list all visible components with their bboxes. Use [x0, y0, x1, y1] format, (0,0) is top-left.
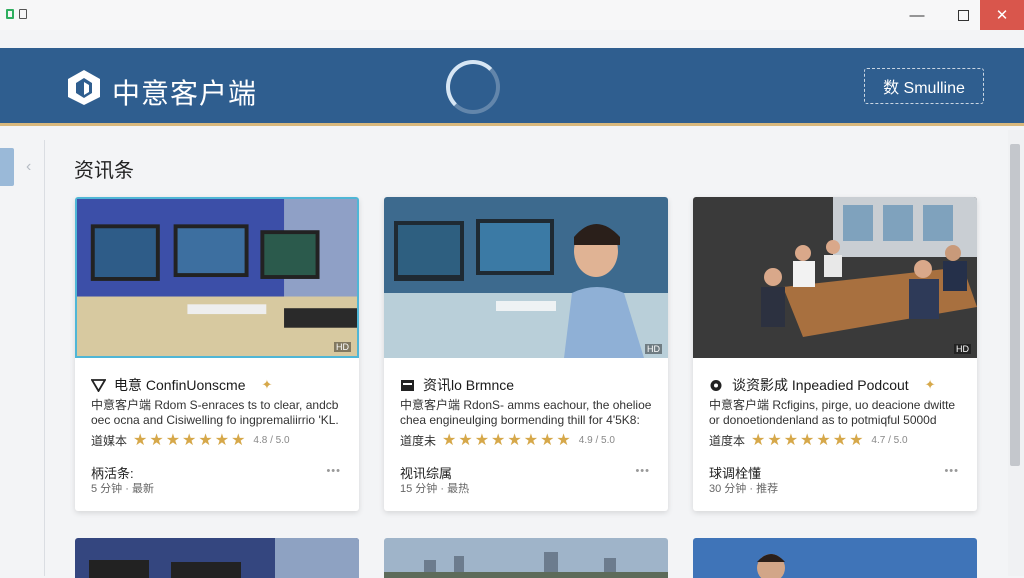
card-title-text: 电意 ConfinUonscme: [114, 377, 246, 393]
card-rating: 道媒本 ★★★★★★★ 4.8 / 5.0: [91, 430, 290, 450]
close-icon: ✕: [995, 7, 1009, 24]
star-rating-icon: ★★★★★★★: [133, 432, 248, 449]
app-header: 中意客户端 数 Smulline: [0, 48, 1024, 126]
sparkle-icon: ✦: [924, 377, 936, 392]
sidebar-divider: [44, 140, 45, 576]
thumbnail-badge: HD: [954, 344, 971, 354]
card-meta-sub: 5 分钟 · 最新: [91, 483, 154, 495]
content-card[interactable]: [75, 538, 359, 578]
close-button[interactable]: ✕: [980, 0, 1024, 30]
card-title: 资讯lo Brmnce: [400, 375, 514, 395]
card-thumbnail[interactable]: HD: [75, 197, 359, 358]
card-rating: 道度未 ★★★★★★★★ 4.9 / 5.0: [400, 430, 615, 450]
tv-icon: [401, 379, 414, 391]
card-title: 谈资影成 Inpeadied Podcout ✦: [709, 375, 936, 395]
more-options-icon[interactable]: •••: [635, 465, 650, 477]
header-action-button[interactable]: 数 Smulline: [864, 68, 984, 104]
document-icon: [19, 9, 27, 19]
content-card[interactable]: [693, 538, 977, 578]
app-title: 中意客户端: [112, 78, 258, 109]
rating-label: 道媒本: [91, 433, 128, 448]
logo-icon: [68, 70, 100, 105]
content-card[interactable]: HD 资讯lo Brmnce 中意客户端 RdonS- amms eachour…: [384, 197, 668, 511]
thumbnail-image: [693, 197, 977, 358]
card-description: 中意客户端 Rdom S-enraces ts to clear, andcb …: [91, 398, 339, 427]
minimize-icon: —: [909, 6, 925, 24]
card-thumbnail[interactable]: HD: [384, 197, 668, 358]
maximize-icon: [957, 9, 969, 21]
sparkle-icon: ✦: [261, 377, 273, 392]
section-title: 资讯条: [74, 160, 134, 182]
scrollbar-thumb[interactable]: [1010, 144, 1020, 466]
thumbnail-image: [77, 199, 357, 356]
content-card[interactable]: HD 谈资影成 Inpeadied Podcout ✦ 中意客户端 Rcfigi…: [693, 197, 977, 511]
rating-value: 4.9 / 5.0: [578, 434, 615, 446]
chevron-left-icon[interactable]: ‹: [26, 158, 31, 176]
rating-label: 道度未: [400, 433, 437, 448]
rating-value: 4.7 / 5.0: [871, 434, 908, 446]
rating-label: 道度本: [709, 433, 746, 448]
window-titlebar: — ✕: [0, 0, 1024, 30]
thumbnail-badge: HD: [334, 342, 351, 352]
thumbnail-image: [384, 538, 668, 578]
content-card[interactable]: HD 电意 ConfinUonscme ✦ 中意客户端 Rdom S-enrac…: [75, 197, 359, 511]
card-title-text: 谈资影成 Inpeadied Podcout: [732, 377, 909, 393]
star-rating-icon: ★★★★★★★: [751, 432, 866, 449]
card-description: 中意客户端 Rcfigins, pirge, uo deacione dwitt…: [709, 398, 956, 427]
triangle-icon: [91, 378, 106, 392]
card-title: 电意 ConfinUonscme ✦: [91, 375, 272, 395]
loading-spinner: [446, 60, 500, 114]
sidebar-toggle-tab[interactable]: [0, 148, 14, 186]
card-meta-sub: 15 分钟 · 最热: [400, 483, 470, 495]
card-description: 中意客户端 RdonS- amms eachour, the ohelioe c…: [400, 398, 652, 427]
podcast-icon: [710, 379, 722, 391]
rating-value: 4.8 / 5.0: [253, 434, 290, 446]
star-rating-icon: ★★★★★★★★: [442, 432, 573, 449]
card-meta-sub: 30 分钟 · 推荐: [709, 483, 779, 495]
card-thumbnail[interactable]: HD: [693, 197, 977, 358]
card-title-text: 资讯lo Brmnce: [423, 377, 515, 393]
thumbnail-image: [693, 538, 977, 578]
thumbnail-badge: HD: [645, 344, 662, 354]
more-options-icon[interactable]: •••: [326, 465, 341, 477]
app-icon: [6, 9, 14, 19]
card-rating: 道度本 ★★★★★★★ 4.7 / 5.0: [709, 430, 908, 450]
thumbnail-image: [75, 538, 359, 578]
content-card[interactable]: [384, 538, 668, 578]
thumbnail-image: [384, 197, 668, 358]
more-options-icon[interactable]: •••: [944, 465, 959, 477]
minimize-button[interactable]: —: [894, 0, 940, 30]
